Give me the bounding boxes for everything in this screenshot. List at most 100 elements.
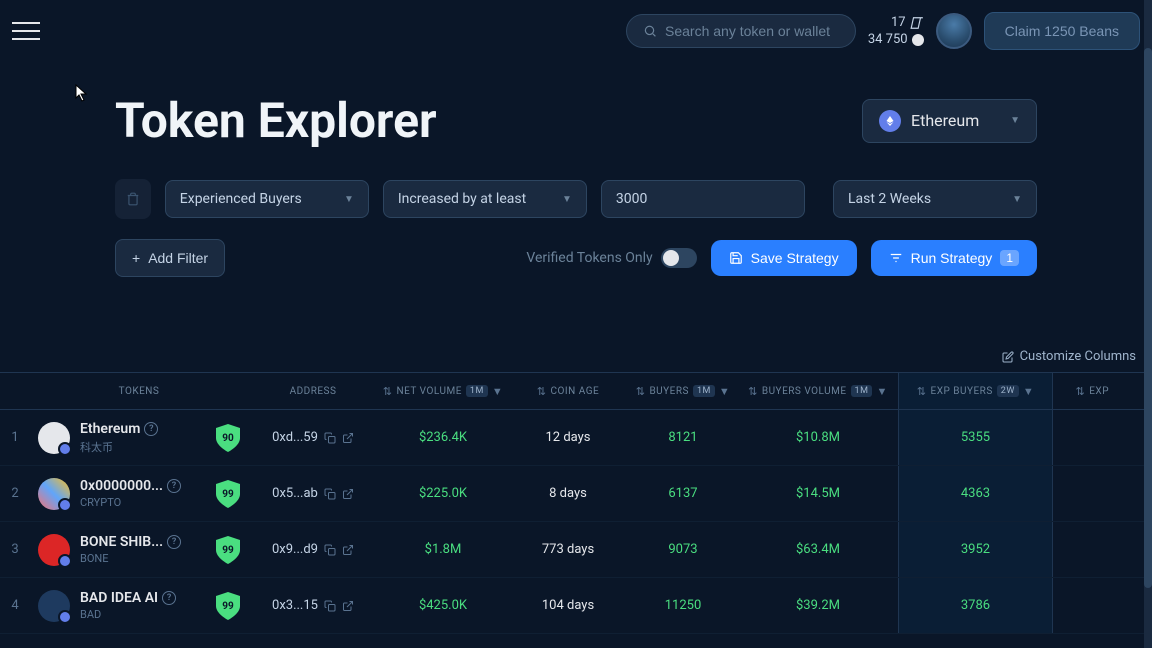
net-volume-cell: $236.4K — [378, 430, 508, 445]
stat-shards: 17 — [891, 15, 906, 30]
filter-timeframe-select[interactable]: Last 2 Weeks ▼ — [833, 180, 1037, 218]
address-text: 0x9...d9 — [272, 542, 318, 557]
table-row[interactable]: 1 Ethereum ? 科太币 90 0xd...59 $236.4K 12 … — [0, 410, 1152, 466]
address-text: 0x3...15 — [272, 598, 318, 613]
buyers-volume-cell: $10.8M — [738, 430, 898, 445]
chevron-down-icon: ▼ — [1010, 115, 1020, 126]
run-strategy-button[interactable]: Run Strategy 1 — [871, 240, 1037, 276]
ethereum-icon — [879, 110, 901, 132]
row-index: 4 — [0, 598, 30, 613]
copy-icon[interactable] — [324, 432, 336, 444]
coin-age-cell: 8 days — [508, 486, 628, 501]
scrollbar-track[interactable] — [1144, 0, 1152, 648]
filter-icon — [889, 251, 903, 265]
external-link-icon[interactable] — [342, 432, 354, 444]
info-icon[interactable]: ? — [162, 591, 176, 605]
info-icon[interactable]: ? — [167, 535, 181, 549]
net-volume-cell: $225.0K — [378, 486, 508, 501]
verified-tokens-toggle-label: Verified Tokens Only — [526, 248, 696, 268]
buyers-cell: 8121 — [628, 430, 738, 445]
sort-icon: ⇅ — [636, 385, 646, 398]
chain-badge-icon — [58, 498, 72, 512]
external-link-icon[interactable] — [342, 544, 354, 556]
buyers-volume-cell: $63.4M — [738, 542, 898, 557]
shield-badge: 99 — [216, 592, 240, 620]
header-buyers[interactable]: ⇅BUYERS1M▼ — [628, 385, 738, 398]
net-volume-cell: $425.0K — [378, 598, 508, 613]
chevron-down-icon: ▼ — [562, 194, 572, 205]
trash-icon — [126, 192, 140, 206]
table-row[interactable]: 3 BONE SHIB... ? BONE 99 0x9...d9 $1.8M … — [0, 522, 1152, 578]
avatar[interactable] — [936, 13, 972, 49]
filter-condition-label: Increased by at least — [398, 191, 526, 207]
shield-badge: 99 — [216, 536, 240, 564]
header-net-volume[interactable]: ⇅NET VOLUME1M▼ — [378, 385, 508, 398]
table-header: TOKENS ADDRESS ⇅NET VOLUME1M▼ ⇅COIN AGE … — [0, 372, 1152, 410]
token-icon — [38, 422, 70, 454]
header-coin-age[interactable]: ⇅COIN AGE — [508, 385, 628, 398]
copy-icon[interactable] — [324, 600, 336, 612]
buyers-cell: 11250 — [628, 598, 738, 613]
header: 17 34 750 Claim 1250 Beans — [0, 0, 1152, 62]
svg-text:99: 99 — [222, 545, 234, 556]
claim-beans-button[interactable]: Claim 1250 Beans — [984, 12, 1140, 50]
table-row[interactable]: 4 BAD IDEA AI ? BAD 99 0x3...15 $425.0K … — [0, 578, 1152, 634]
chevron-down-icon: ▼ — [1012, 194, 1022, 205]
sort-icon: ⇅ — [917, 385, 927, 398]
filter-value-input[interactable]: 3000 — [601, 180, 805, 218]
add-filter-button[interactable]: + Add Filter — [115, 239, 225, 277]
token-symbol: BAD — [80, 608, 176, 621]
token-icon — [38, 590, 70, 622]
customize-columns-button[interactable]: Customize Columns — [1002, 349, 1136, 364]
shard-icon — [910, 16, 924, 30]
table-row[interactable]: 2 0x0000000... ? CRYPTO 99 0x5...ab $225… — [0, 466, 1152, 522]
token-symbol: CRYPTO — [80, 496, 181, 509]
scrollbar-thumb[interactable] — [1144, 48, 1152, 588]
header-address[interactable]: ADDRESS — [248, 386, 378, 397]
search-input[interactable] — [665, 23, 839, 39]
header-stats: 17 34 750 — [868, 15, 924, 47]
header-exp[interactable]: ⇅EXP — [1053, 385, 1113, 398]
header-exp-buyers[interactable]: ⇅EXP BUYERS2W▼ — [898, 373, 1053, 409]
external-link-icon[interactable] — [342, 600, 354, 612]
row-index: 2 — [0, 486, 30, 501]
save-icon — [729, 251, 743, 265]
info-icon[interactable]: ? — [144, 422, 158, 436]
coin-age-cell: 773 days — [508, 542, 628, 557]
search-box[interactable] — [626, 14, 856, 48]
run-strategy-label: Run Strategy — [911, 250, 993, 266]
stat-beans: 34 750 — [868, 32, 908, 47]
copy-icon[interactable] — [324, 488, 336, 500]
token-symbol: 科太币 — [80, 439, 158, 455]
buyers-cell: 6137 — [628, 486, 738, 501]
exp-buyers-cell: 4363 — [898, 466, 1053, 521]
toggle-knob — [663, 250, 679, 266]
row-index: 1 — [0, 430, 30, 445]
filter-timeframe-label: Last 2 Weeks — [848, 191, 931, 207]
add-filter-label: Add Filter — [148, 250, 208, 266]
filter-metric-select[interactable]: Experienced Buyers ▼ — [165, 180, 369, 218]
network-select[interactable]: Ethereum ▼ — [862, 99, 1037, 143]
address-text: 0xd...59 — [272, 430, 318, 445]
menu-icon[interactable] — [12, 19, 40, 43]
info-icon[interactable]: ? — [167, 479, 181, 493]
buyers-cell: 9073 — [628, 542, 738, 557]
customize-columns-label: Customize Columns — [1020, 349, 1136, 364]
sort-icon: ⇅ — [748, 385, 758, 398]
external-link-icon[interactable] — [342, 488, 354, 500]
copy-icon[interactable] — [324, 544, 336, 556]
token-icon — [38, 534, 70, 566]
verified-tokens-toggle[interactable] — [661, 248, 697, 268]
chevron-down-icon: ▼ — [876, 385, 887, 398]
header-tokens[interactable]: TOKENS — [30, 386, 248, 397]
chain-badge-icon — [58, 554, 72, 568]
network-label: Ethereum — [911, 111, 979, 130]
delete-filter-button[interactable] — [115, 179, 151, 219]
chevron-down-icon: ▼ — [492, 385, 503, 398]
filter-condition-select[interactable]: Increased by at least ▼ — [383, 180, 587, 218]
chain-badge-icon — [58, 610, 72, 624]
header-buyers-volume[interactable]: ⇅BUYERS VOLUME1M▼ — [738, 385, 898, 398]
row-index: 3 — [0, 542, 30, 557]
save-strategy-button[interactable]: Save Strategy — [711, 240, 857, 276]
coin-age-cell: 12 days — [508, 430, 628, 445]
